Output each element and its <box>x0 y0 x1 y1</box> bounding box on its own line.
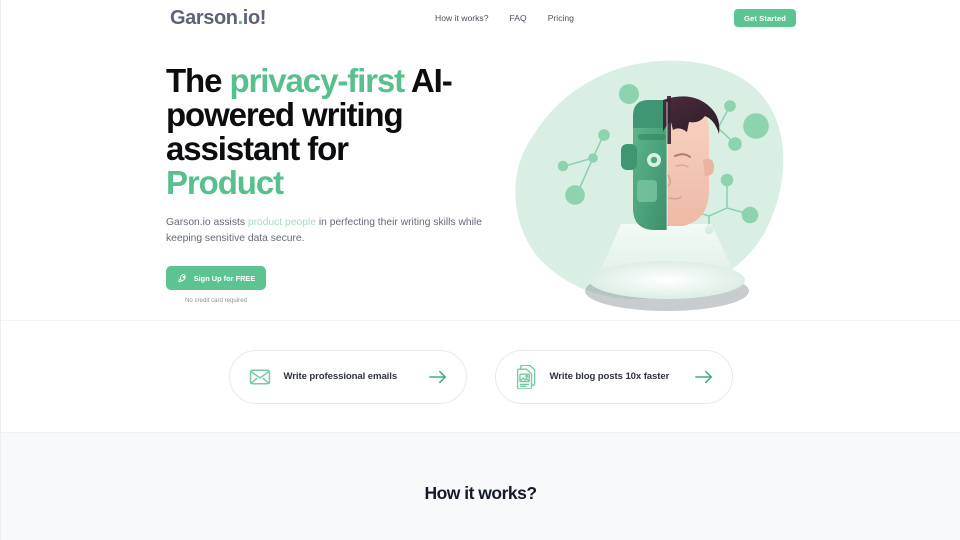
no-credit-note: No credit card required <box>185 297 247 304</box>
landing-page: Garson.io! How it works? FAQ Pricing Get… <box>0 0 960 540</box>
hologram-head <box>621 96 720 230</box>
nav-faq[interactable]: FAQ <box>509 13 526 23</box>
arrow-right-icon[interactable] <box>428 368 447 386</box>
signup-free-button[interactable]: Sign Up for FREE <box>166 266 266 290</box>
document-image-icon <box>515 364 537 389</box>
card-write-professional-emails[interactable]: Write professional emails <box>228 349 467 404</box>
headline-accent-privacy: privacy-first <box>229 62 405 99</box>
get-started-button[interactable]: Get Started <box>734 9 796 27</box>
disc-top <box>589 261 745 299</box>
card-label: Write professional emails <box>283 371 398 382</box>
brand-logo[interactable]: Garson.io! <box>170 7 266 30</box>
how-it-works-title: How it works? <box>424 483 537 503</box>
how-it-works-section: How it works? <box>1 432 960 540</box>
headline-line3: assistant for <box>166 130 349 167</box>
hero-subtitle: Garson.io assists product people in perf… <box>166 215 511 247</box>
rocket-icon <box>177 273 188 284</box>
main-nav: How it works? FAQ Pricing <box>435 13 574 23</box>
hero-headline: The privacy-first AI- powered writing as… <box>166 64 516 200</box>
brand-name-part1: Garson <box>170 7 238 29</box>
headline-accent-product: Product <box>166 164 284 201</box>
arrow-right-icon[interactable] <box>694 368 713 386</box>
projector-disc <box>585 261 749 311</box>
envelope-icon <box>249 366 271 388</box>
floating-orbs <box>619 84 639 104</box>
headline-line1-plain: The <box>166 62 230 99</box>
subtitle-highlight: product people <box>247 217 316 228</box>
nav-pricing[interactable]: Pricing <box>548 13 574 23</box>
robot-ear <box>621 144 637 170</box>
brand-name-part2: io! <box>242 7 267 29</box>
hero-text-block: The privacy-first AI- powered writing as… <box>166 64 516 304</box>
site-header: Garson.io! How it works? FAQ Pricing Get… <box>1 0 960 38</box>
card-write-blog-posts[interactable]: Write blog posts 10x faster <box>494 349 733 404</box>
robot-panel <box>637 180 657 202</box>
hero-section: The privacy-first AI- powered writing as… <box>1 38 960 320</box>
ai-hologram-illustration <box>513 56 823 326</box>
headline-line2: powered writing <box>166 96 404 133</box>
card-label: Write blog posts 10x faster <box>549 371 670 382</box>
subtitle-pre: Garson.io assists <box>166 217 248 228</box>
headline-line1-tail: AI- <box>404 62 453 99</box>
signup-button-label: Sign Up for FREE <box>193 273 256 283</box>
feature-cards-band: Write professional emails Write blog pos… <box>1 321 960 432</box>
nav-how-it-works[interactable]: How it works? <box>435 13 488 23</box>
